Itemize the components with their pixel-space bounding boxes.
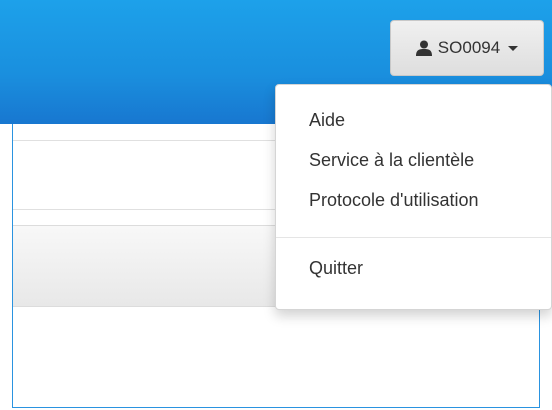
menu-item-quitter[interactable]: Quitter bbox=[276, 248, 551, 288]
menu-item-aide[interactable]: Aide bbox=[276, 100, 551, 140]
menu-item-protocole[interactable]: Protocole d'utilisation bbox=[276, 180, 551, 220]
user-icon bbox=[415, 40, 432, 56]
user-menu-label: SO0094 bbox=[437, 38, 501, 57]
app-window: SO0094 Aide Service à la clientèle Proto… bbox=[0, 0, 552, 410]
caret-down-icon bbox=[508, 45, 519, 51]
user-menu-button[interactable]: SO0094 bbox=[390, 20, 544, 76]
user-dropdown-menu: Aide Service à la clientèle Protocole d'… bbox=[275, 84, 552, 310]
menu-item-service-clientele[interactable]: Service à la clientèle bbox=[276, 140, 551, 180]
menu-divider bbox=[276, 237, 551, 238]
